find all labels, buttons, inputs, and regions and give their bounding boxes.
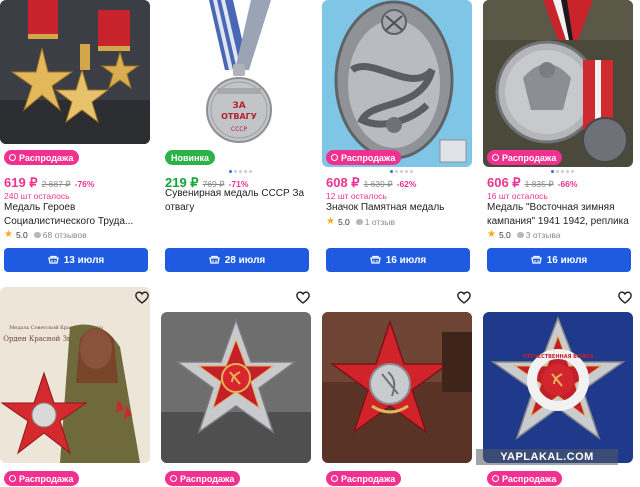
- product-title[interactable]: Значок Памятная медаль: [326, 201, 472, 215]
- stock-remaining: 16 шт осталось: [487, 191, 548, 201]
- sale-badge: Распродажа: [326, 471, 402, 486]
- discount: -76%: [74, 179, 95, 189]
- price-row: 606 ₽ 1 835 ₽ -66%: [487, 175, 577, 191]
- rating-value: 5.0: [498, 229, 511, 240]
- badge-label: Новинка: [171, 152, 210, 163]
- badge-icon: [170, 475, 177, 482]
- product-image-7[interactable]: [322, 312, 472, 463]
- heart-icon[interactable]: [295, 289, 311, 305]
- product-image-3[interactable]: [322, 0, 472, 167]
- badge-label: Распродажа: [502, 152, 557, 163]
- product-card-2[interactable]: ЗА ОТВАГУ СССР Новинка 219 ₽ 769 ₽ -71% …: [161, 0, 311, 275]
- truck-icon: [530, 255, 542, 264]
- product-card-5[interactable]: Медаль Советской Красной Звезды Орден Кр…: [0, 287, 150, 487]
- reviews[interactable]: 68 отзывов: [33, 229, 87, 240]
- delivery-button[interactable]: 13 июля: [4, 248, 148, 272]
- product-image-8[interactable]: ОТЕЧЕСТВЕННАЯ ВОЙНА: [483, 312, 633, 463]
- reviews-count: 68 отзывов: [42, 229, 87, 240]
- new-badge: Новинка: [165, 150, 216, 165]
- sale-badge: Распродажа: [165, 471, 241, 486]
- truck-icon: [47, 255, 59, 264]
- product-image-4[interactable]: [483, 0, 633, 167]
- old-price: 1 835 ₽: [524, 179, 554, 189]
- badge-icon: [492, 475, 499, 482]
- badge-icon: [331, 154, 338, 161]
- stock-remaining: 12 шт осталось: [326, 191, 387, 201]
- price-row: 608 ₽ 1 639 ₽ -62%: [326, 175, 416, 191]
- delivery-button[interactable]: 16 июля: [487, 248, 631, 272]
- old-price: 2 687 ₽: [41, 179, 71, 189]
- discount: -62%: [396, 179, 417, 189]
- medal-text-ussr: СССР: [231, 126, 248, 133]
- reviews-count: 3 отзыва: [525, 229, 561, 240]
- delivery-date: 28 июля: [224, 254, 266, 266]
- stock-remaining: 240 шт осталось: [4, 191, 70, 201]
- product-title[interactable]: Медаль Героев Социалистического Труда...: [4, 201, 150, 229]
- medal-ring-text: ОТЕЧЕСТВЕННАЯ ВОЙНА: [523, 352, 594, 360]
- product-card-6[interactable]: Распродажа: [161, 287, 311, 487]
- reviews-count: 1 отзыв: [364, 216, 395, 227]
- current-price: 608 ₽: [326, 175, 360, 190]
- badge-label: Распродажа: [341, 473, 396, 484]
- discount: -66%: [557, 179, 578, 189]
- medal-text-za: ЗА: [232, 101, 245, 111]
- image-pager[interactable]: [390, 170, 413, 173]
- rating-row: ★ 5.0 68 отзывов: [4, 229, 87, 240]
- product-image-6[interactable]: [161, 312, 311, 463]
- speech-bubble-icon: [355, 218, 363, 225]
- badge-icon: [492, 154, 499, 161]
- badge-label: Распродажа: [19, 152, 74, 163]
- product-image-5[interactable]: Медаль Советской Красной Звезды Орден Кр…: [0, 287, 150, 463]
- product-card-4[interactable]: Распродажа 606 ₽ 1 835 ₽ -66% 16 шт оста…: [483, 0, 633, 275]
- badge-label: Распродажа: [19, 473, 74, 484]
- image-pager[interactable]: [551, 170, 574, 173]
- truck-icon: [369, 255, 381, 264]
- rating-value: 5.0: [337, 216, 350, 227]
- current-price: 606 ₽: [487, 175, 521, 190]
- delivery-date: 16 июля: [385, 254, 427, 266]
- product-card-3[interactable]: Распродажа 608 ₽ 1 639 ₽ -62% 12 шт оста…: [322, 0, 472, 275]
- badge-label: Распродажа: [502, 473, 557, 484]
- sale-badge: Распродажа: [326, 150, 402, 165]
- sale-badge: Распродажа: [487, 150, 563, 165]
- rating-row: ★ 5.0 3 отзыва: [487, 229, 560, 240]
- sale-badge: Распродажа: [487, 471, 563, 486]
- badge-label: Распродажа: [341, 152, 396, 163]
- sale-badge: Распродажа: [4, 471, 80, 486]
- star-icon: ★: [326, 216, 335, 227]
- delivery-date: 16 июля: [546, 254, 588, 266]
- truck-icon: [208, 255, 220, 264]
- heart-icon[interactable]: [134, 289, 150, 305]
- delivery-date: 13 июля: [63, 254, 105, 266]
- price-row: 619 ₽ 2 687 ₽ -76%: [4, 175, 94, 191]
- star-icon: ★: [487, 229, 496, 240]
- reviews[interactable]: 3 отзыва: [516, 229, 561, 240]
- reviews[interactable]: 1 отзыв: [355, 216, 395, 227]
- speech-bubble-icon: [516, 231, 524, 238]
- rating-row: ★ 5.0 1 отзыв: [326, 216, 395, 227]
- heart-icon[interactable]: [456, 289, 472, 305]
- sale-badge: Распродажа: [4, 150, 80, 165]
- product-image-1[interactable]: [0, 0, 150, 144]
- delivery-button[interactable]: 16 июля: [326, 248, 470, 272]
- badge-icon: [9, 154, 16, 161]
- product-card-7[interactable]: Распродажа: [322, 287, 472, 487]
- delivery-button[interactable]: 28 июля: [165, 248, 309, 272]
- product-title[interactable]: Медаль "Восточная зимняя кампания" 1941 …: [487, 201, 633, 229]
- current-price: 619 ₽: [4, 175, 38, 190]
- badge-icon: [9, 475, 16, 482]
- product-image-2[interactable]: ЗА ОТВАГУ СССР: [161, 0, 311, 144]
- image-pager[interactable]: [229, 170, 252, 173]
- star-icon: ★: [4, 229, 13, 240]
- old-price: 1 639 ₽: [363, 179, 393, 189]
- badge-icon: [331, 475, 338, 482]
- product-title[interactable]: Сувенирная медаль СССР За отвагу: [165, 187, 311, 215]
- badge-label: Распродажа: [180, 473, 235, 484]
- product-card-1[interactable]: Распродажа 619 ₽ 2 687 ₽ -76% 240 шт ост…: [0, 0, 150, 275]
- medal-text-otvagu: ОТВАГУ: [221, 112, 257, 121]
- rating-value: 5.0: [15, 229, 28, 240]
- watermark: YAPLAKAL.COM: [476, 449, 618, 465]
- speech-bubble-icon: [33, 231, 41, 238]
- heart-icon[interactable]: [617, 289, 633, 305]
